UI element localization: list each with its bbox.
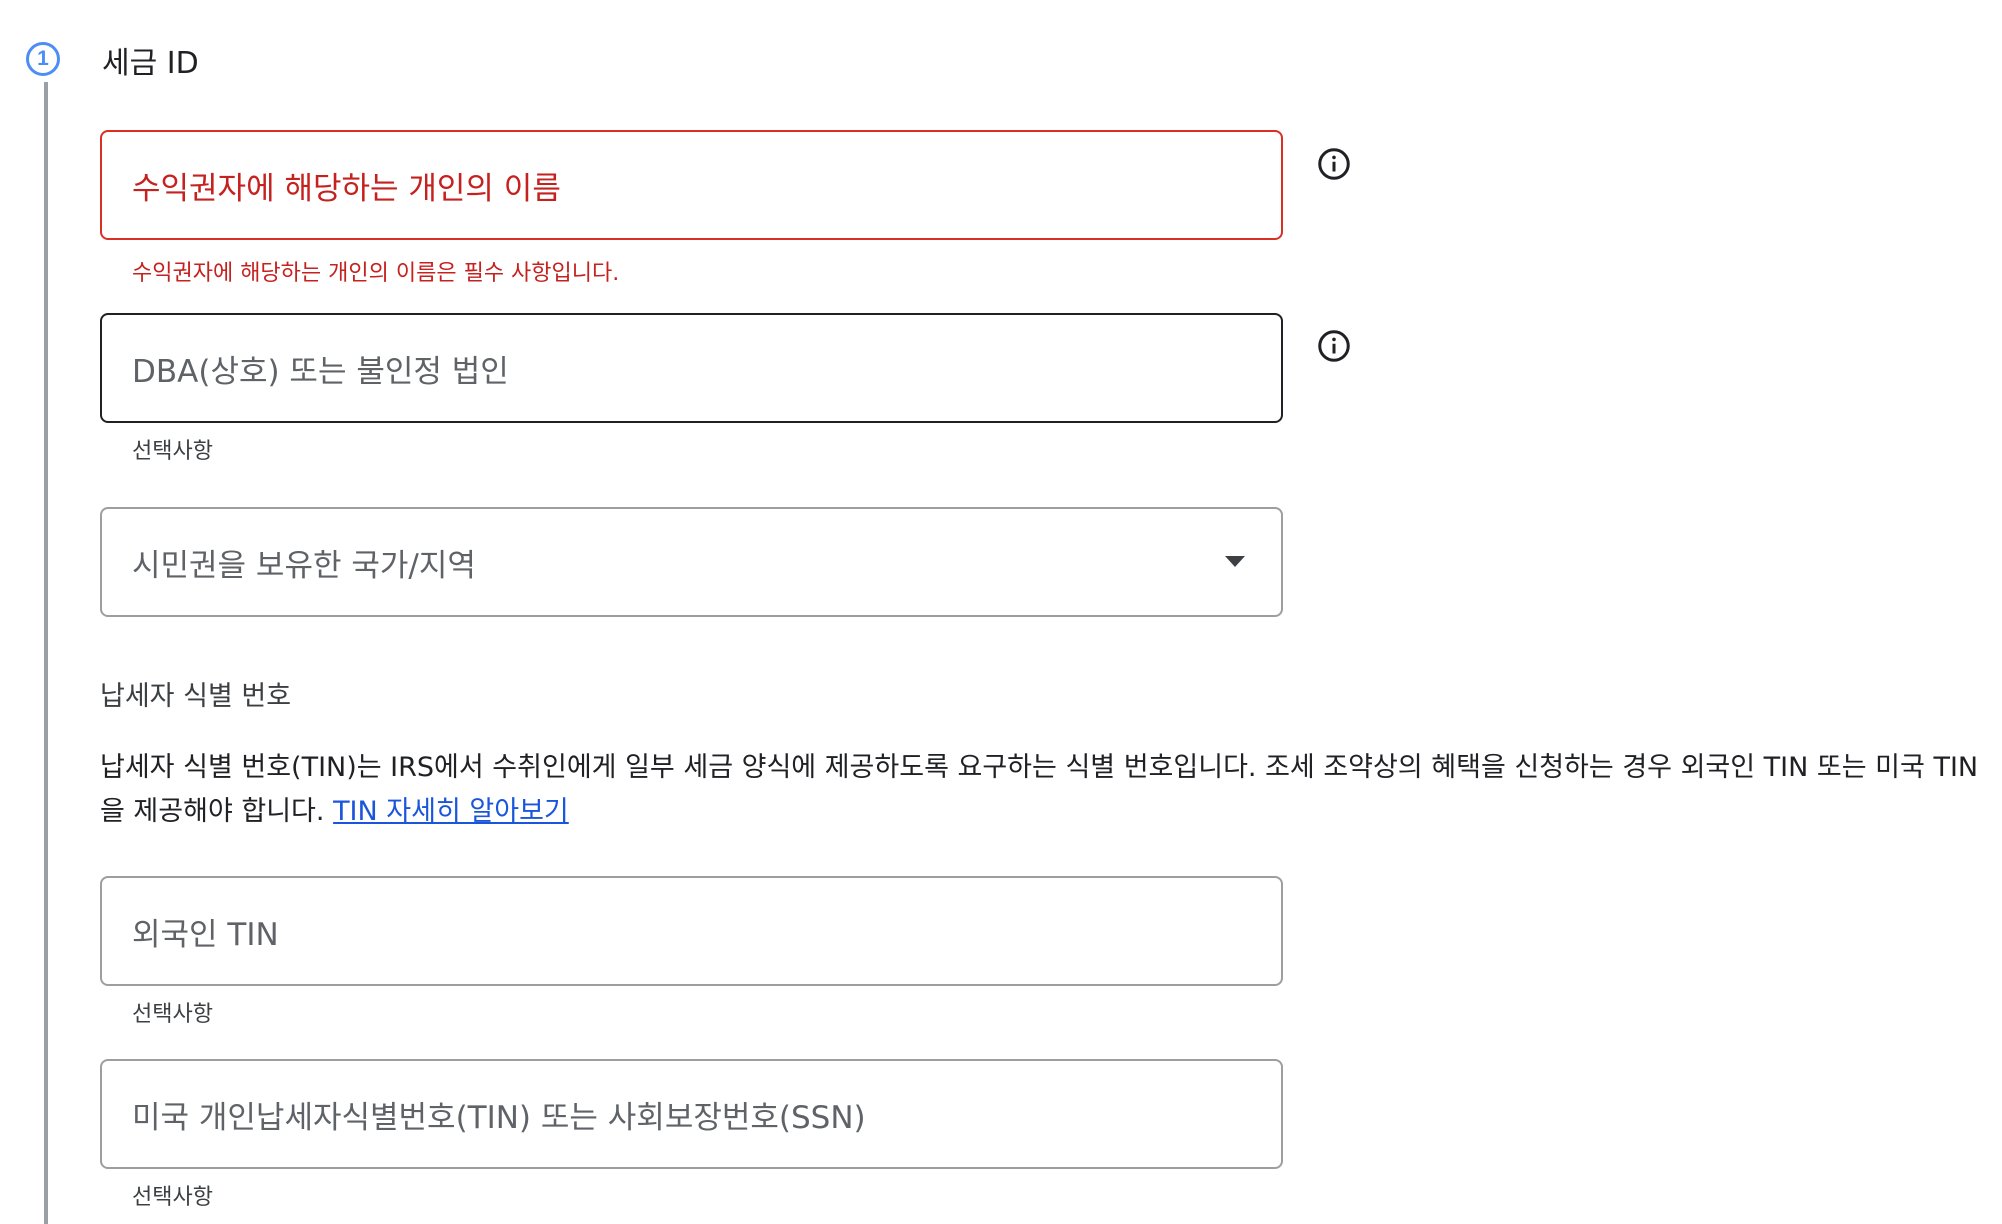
beneficiary-name-error: 수익권자에 해당하는 개인의 이름은 필수 사항입니다. <box>132 261 620 286</box>
tin-description: 납세자 식별 번호(TIN)는 IRS에서 수취인에게 일부 세금 양식에 제공… <box>100 746 2000 834</box>
dba-placeholder: DBA(상호) 또는 불인정 법인 <box>132 353 509 390</box>
beneficiary-name-input[interactable]: 수익권자에 해당하는 개인의 이름 <box>100 130 1283 240</box>
dropdown-arrow-icon <box>1225 556 1245 567</box>
tin-learn-more-link[interactable]: TIN 자세히 알아보기 <box>333 796 569 827</box>
step-title: 세금 ID <box>102 46 199 81</box>
dba-helper-text: 선택사항 <box>132 439 213 464</box>
citizenship-country-select[interactable]: 시민권을 보유한 국가/지역 <box>100 507 1283 617</box>
stepper-rail <box>44 82 48 1224</box>
foreign-tin-placeholder: 외국인 TIN <box>132 916 279 953</box>
us-tin-ssn-input[interactable]: 미국 개인납세자식별번호(TIN) 또는 사회보장번호(SSN) <box>100 1059 1283 1169</box>
dba-input[interactable]: DBA(상호) 또는 불인정 법인 <box>100 313 1283 423</box>
info-icon[interactable] <box>1316 328 1352 364</box>
citizenship-placeholder: 시민권을 보유한 국가/지역 <box>132 547 476 584</box>
beneficiary-name-placeholder: 수익권자에 해당하는 개인의 이름 <box>132 170 561 207</box>
info-icon[interactable] <box>1316 146 1352 182</box>
step-number-badge: 1 <box>26 42 60 76</box>
us-tin-helper-text: 선택사항 <box>132 1185 213 1210</box>
us-tin-placeholder: 미국 개인납세자식별번호(TIN) 또는 사회보장번호(SSN) <box>132 1099 866 1136</box>
tin-section-label: 납세자 식별 번호 <box>100 681 292 712</box>
foreign-tin-helper-text: 선택사항 <box>132 1002 213 1027</box>
foreign-tin-input[interactable]: 외국인 TIN <box>100 876 1283 986</box>
